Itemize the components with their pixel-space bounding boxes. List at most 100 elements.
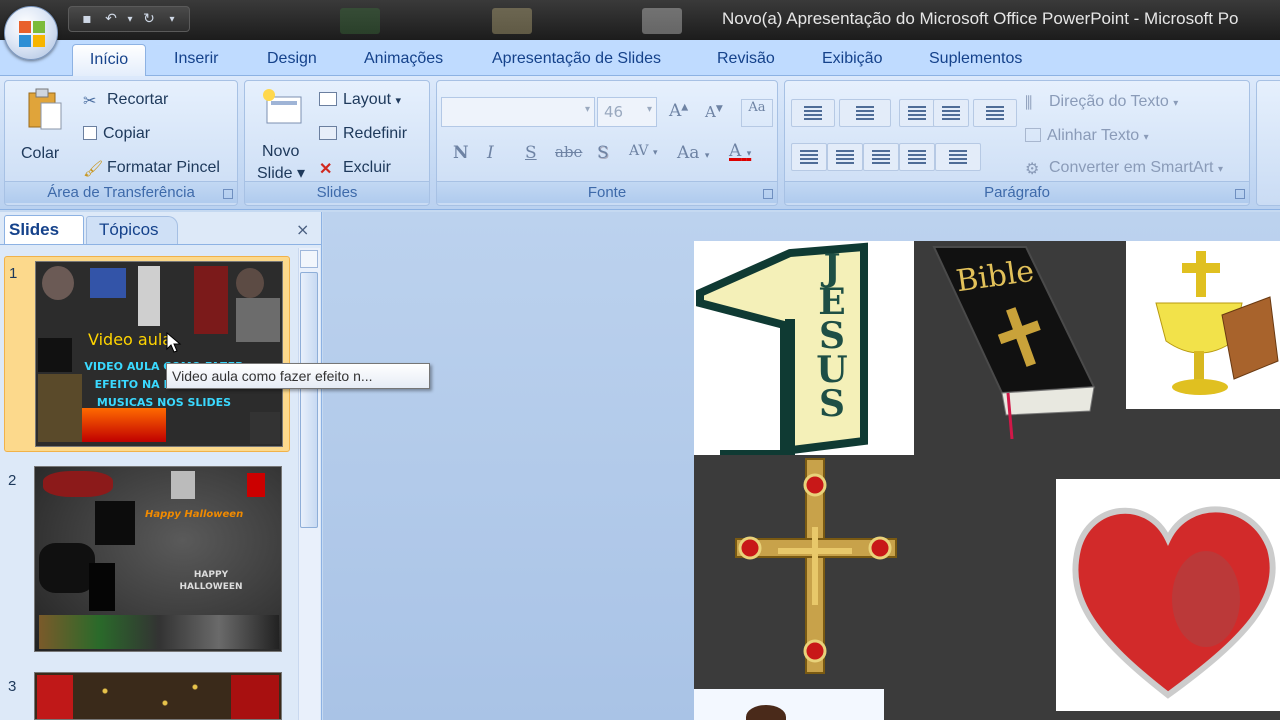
- scrollbar-thumb[interactable]: [300, 272, 318, 528]
- stars-image: [75, 679, 225, 719]
- skull-image: [236, 268, 264, 298]
- copy-button[interactable]: Copiar: [83, 125, 150, 143]
- clipboard-dialog-launcher[interactable]: [223, 189, 233, 199]
- background-app-icon: [340, 8, 380, 34]
- undo-dropdown-icon[interactable]: ▾: [125, 14, 135, 25]
- tab-inicio[interactable]: Início: [72, 44, 146, 77]
- font-color-label: A: [729, 141, 742, 161]
- grow-font-icon[interactable]: A▲: [669, 101, 688, 121]
- tab-exibicao[interactable]: Exibição: [822, 50, 882, 68]
- italic-button[interactable]: I: [487, 143, 494, 163]
- tab-suplementos[interactable]: Suplementos: [929, 50, 1022, 68]
- align-left-button[interactable]: [791, 143, 827, 171]
- person-image: [746, 705, 786, 720]
- align-left-icon: [800, 150, 818, 164]
- justify-button[interactable]: [899, 143, 935, 171]
- tab-revisao[interactable]: Revisão: [717, 50, 775, 68]
- skeleton-image: [171, 471, 195, 499]
- slide-thumbnail-2[interactable]: 2 Happy Halloween HAPPY HALLOWEEN: [4, 464, 290, 658]
- shrink-font-icon[interactable]: A▼: [705, 103, 723, 121]
- ribbon-tabs: Início Inserir Design Animações Apresent…: [0, 40, 1280, 77]
- tab-design[interactable]: Design: [267, 50, 317, 68]
- bullets-button[interactable]: [791, 99, 835, 127]
- font-name-select[interactable]: ▾: [441, 97, 595, 127]
- jesus-one-image[interactable]: JESUS: [694, 241, 914, 460]
- char-spacing-button[interactable]: AV ▾: [629, 143, 658, 159]
- font-size-value: 46: [604, 103, 624, 121]
- paragraph-dialog-launcher[interactable]: [1235, 189, 1245, 199]
- chevron-down-icon: ▾: [584, 104, 590, 115]
- customize-qat-icon[interactable]: ▾: [163, 14, 181, 25]
- format-painter-label: Formatar Pincel: [107, 159, 220, 176]
- crucifix-image[interactable]: [732, 455, 900, 677]
- tab-topicos[interactable]: Tópicos: [86, 216, 178, 245]
- text-direction-button[interactable]: ⫼ Direção do Texto ▾: [1025, 93, 1178, 112]
- shadow-button[interactable]: S: [597, 143, 609, 163]
- line-spacing-button[interactable]: [973, 99, 1017, 127]
- align-text-button[interactable]: Alinhar Texto ▾: [1025, 127, 1149, 145]
- font-dialog-launcher[interactable]: [763, 189, 773, 199]
- align-center-button[interactable]: [827, 143, 863, 171]
- wall-image: [236, 298, 280, 342]
- clear-formatting-icon[interactable]: Aa: [741, 99, 773, 127]
- undo-icon[interactable]: ↶: [101, 11, 121, 27]
- paintbrush-icon: 🖌: [83, 161, 104, 178]
- bold-button[interactable]: N: [453, 143, 469, 163]
- tab-animacoes[interactable]: Animações: [364, 50, 443, 68]
- strikethrough-button[interactable]: abe: [555, 143, 582, 161]
- chalice-bread-image[interactable]: [1126, 241, 1280, 409]
- redo-icon[interactable]: ↻: [139, 11, 159, 27]
- cut-label: Recortar: [107, 91, 169, 108]
- bottom-image[interactable]: [694, 689, 884, 720]
- new-slide-icon: [263, 89, 302, 124]
- columns-button[interactable]: [935, 143, 981, 171]
- current-slide[interactable]: JESUS Bible: [694, 241, 1280, 720]
- copy-icon: [83, 126, 97, 140]
- delete-slide-button[interactable]: ✕ Excluir: [319, 159, 391, 178]
- increase-indent-button[interactable]: [933, 99, 969, 127]
- smartart-icon: ⚙: [1025, 161, 1040, 178]
- witch-image: [95, 501, 135, 545]
- new-slide-button[interactable]: Novo Slide ▾: [253, 87, 315, 182]
- office-logo-icon: [19, 21, 45, 47]
- underline-button[interactable]: S: [525, 143, 537, 163]
- align-center-icon: [836, 150, 854, 164]
- numbering-button[interactable]: [839, 99, 891, 127]
- group-font: ▾ 46 ▾ A▲ A▼ Aa N I S abe S AV ▾ Aa ▾ A ▾…: [436, 80, 778, 206]
- close-icon[interactable]: ×: [296, 220, 309, 239]
- font-size-select[interactable]: 46 ▾: [597, 97, 657, 127]
- layout-button[interactable]: Layout ▾: [319, 91, 401, 109]
- background-app-icon: [642, 8, 682, 34]
- layout-label: Layout: [343, 91, 392, 108]
- slide-thumbnail-1[interactable]: 1 Video aula VIDEO AULA COMO FAZER EFEIT…: [4, 256, 290, 452]
- heart-jesus-image[interactable]: [1056, 479, 1280, 711]
- crucifix-graphic: [735, 458, 897, 674]
- tab-apresentacao[interactable]: Apresentação de Slides: [492, 50, 661, 68]
- paste-button[interactable]: Colar: [15, 87, 73, 175]
- slide-thumbnail-3[interactable]: 3: [4, 670, 290, 720]
- increase-indent-icon: [942, 106, 960, 120]
- group-drawing-partial: [1256, 80, 1280, 206]
- font-color-button[interactable]: A ▾: [729, 141, 751, 161]
- save-icon[interactable]: ▪: [77, 11, 97, 27]
- slide-number: 3: [8, 678, 17, 695]
- reset-button[interactable]: Redefinir: [319, 125, 407, 143]
- format-painter-button[interactable]: 🖌 Formatar Pincel: [83, 159, 220, 178]
- decrease-indent-button[interactable]: [899, 99, 935, 127]
- change-case-button[interactable]: Aa ▾: [677, 143, 709, 163]
- convert-smartart-button[interactable]: ⚙ Converter em SmartArt ▾: [1025, 159, 1223, 178]
- bible-image[interactable]: Bible: [926, 243, 1096, 440]
- tab-slides[interactable]: Slides: [4, 215, 84, 245]
- scroll-up-arrow-icon[interactable]: [300, 250, 318, 268]
- numbering-icon: [856, 106, 874, 120]
- slides-panel: Tópicos Slides × 1 Video aula VIDEO AULA…: [0, 212, 322, 720]
- office-button[interactable]: [4, 6, 58, 60]
- align-right-button[interactable]: [863, 143, 899, 171]
- thumbnail-tooltip: Video aula como fazer efeito n...: [166, 363, 430, 389]
- cut-button[interactable]: ✂ Recortar: [83, 91, 169, 110]
- char-spacing-label: AV: [629, 143, 649, 159]
- copy-label: Copiar: [103, 125, 151, 142]
- slide-number: 2: [8, 472, 17, 489]
- reindeer-image: [37, 675, 73, 719]
- tab-inserir[interactable]: Inserir: [174, 50, 218, 68]
